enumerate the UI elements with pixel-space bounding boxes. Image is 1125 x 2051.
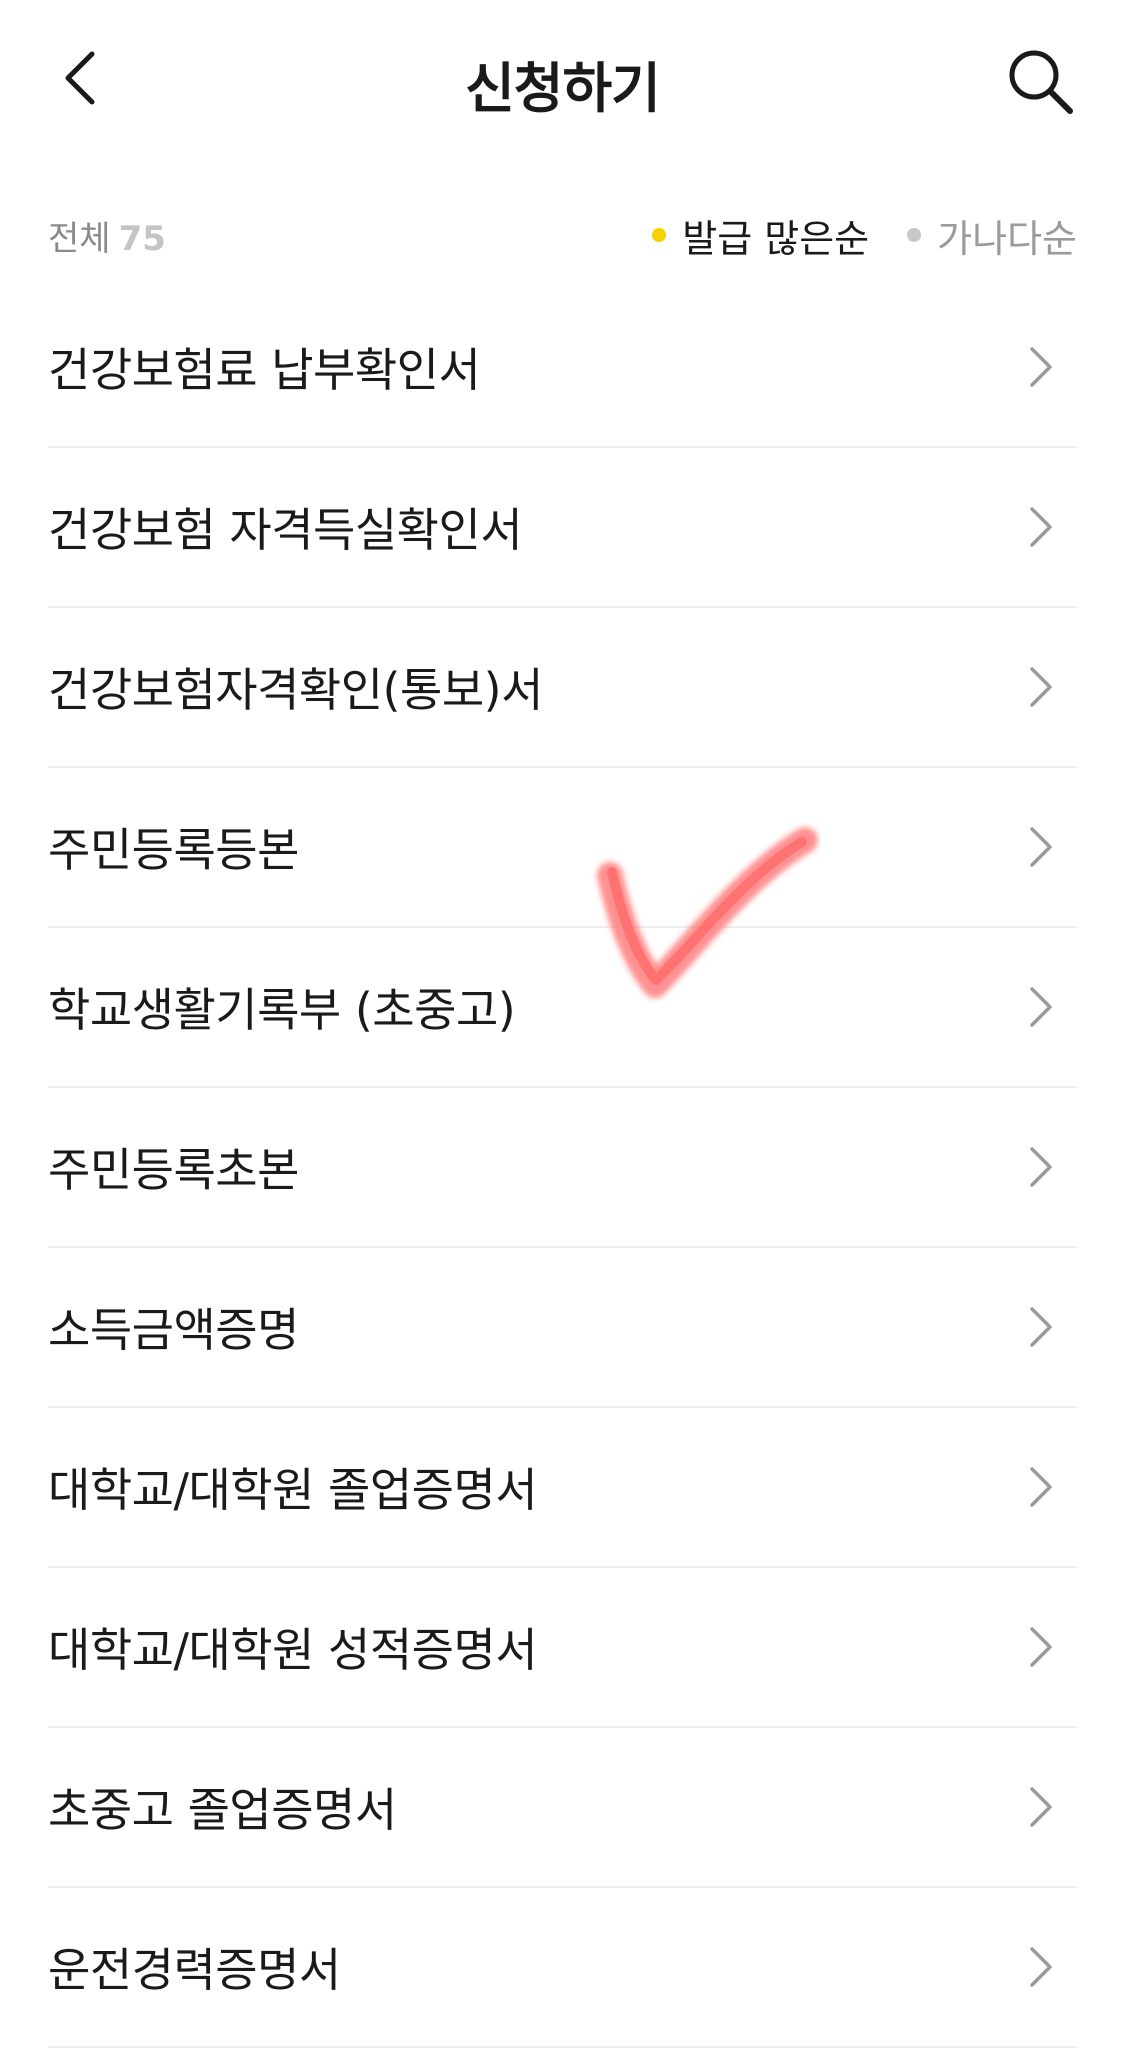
list-item-label: 건강보험료 납부확인서 (48, 343, 481, 397)
unselected-dot-icon (907, 228, 922, 242)
list-item-label: 초중고 졸업증명서 (48, 1783, 397, 1837)
chevron-right-icon (1021, 657, 1061, 717)
chevron-right-icon (1021, 1297, 1061, 1357)
list-item[interactable]: 건강보험자격확인(통보)서 (48, 608, 1077, 768)
list-item-label: 건강보험 자격득실확인서 (48, 503, 523, 557)
list-item-label: 운전경력증명서 (48, 1943, 341, 1997)
selected-dot-icon (652, 228, 667, 242)
chevron-right-icon (1021, 497, 1061, 557)
page-title: 신청하기 (465, 57, 661, 120)
list-item-label: 주민등록초본 (48, 1143, 299, 1197)
list-item[interactable]: 운전경력증명서 (48, 1888, 1077, 2048)
list-item-label: 건강보험자격확인(통보)서 (48, 663, 543, 717)
top-bar: 신청하기 (0, 0, 1125, 160)
total-count: 전체 75 (48, 211, 166, 260)
list-item[interactable]: 대학교/대학원 성적증명서 (48, 1568, 1077, 1728)
sort-by-alphabetical[interactable]: 가나다순 (907, 208, 1077, 263)
list-item[interactable]: 대학교/대학원 졸업증명서 (48, 1408, 1077, 1568)
list-item[interactable]: 초중고 졸업증명서 (48, 1728, 1077, 1888)
list-item-label: 대학교/대학원 성적증명서 (48, 1623, 538, 1677)
chevron-right-icon (1021, 1617, 1061, 1677)
list-item[interactable]: 건강보험 자격득실확인서 (48, 448, 1077, 608)
chevron-right-icon (1021, 1137, 1061, 1197)
list-item[interactable]: 주민등록초본 (48, 1088, 1077, 1248)
list-item[interactable]: 건강보험료 납부확인서 (48, 288, 1077, 448)
list-item-label: 주민등록등본 (48, 823, 299, 877)
sort-by-popular[interactable]: 발급 많은순 (652, 208, 869, 263)
list-item[interactable]: 학교생활기록부 (초중고) (48, 928, 1077, 1088)
chevron-right-icon (1021, 977, 1061, 1037)
filter-bar: 전체 75 발급 많은순 가나다순 (48, 205, 1077, 265)
chevron-right-icon (1021, 1777, 1061, 1837)
list-item-label: 대학교/대학원 졸업증명서 (48, 1463, 538, 1517)
chevron-right-icon (1021, 1457, 1061, 1517)
list-item-label: 학교생활기록부 (초중고) (48, 983, 516, 1037)
total-number: 75 (118, 218, 166, 259)
search-icon (1004, 45, 1076, 121)
list-item[interactable]: 주민등록등본 (48, 768, 1077, 928)
search-button[interactable] (995, 38, 1085, 128)
chevron-right-icon (1021, 337, 1061, 397)
list-item[interactable]: 소득금액증명 (48, 1248, 1077, 1408)
sort-label: 발급 많은순 (682, 216, 870, 261)
chevron-right-icon (1021, 817, 1061, 877)
list-item-label: 소득금액증명 (48, 1303, 299, 1357)
total-label: 전체 (48, 218, 111, 259)
sort-label: 가나다순 (937, 216, 1077, 261)
document-list: 건강보험료 납부확인서건강보험 자격득실확인서건강보험자격확인(통보)서주민등록… (48, 288, 1077, 2048)
chevron-right-icon (1021, 1937, 1061, 1997)
sort-options: 발급 많은순 가나다순 (652, 208, 1077, 263)
